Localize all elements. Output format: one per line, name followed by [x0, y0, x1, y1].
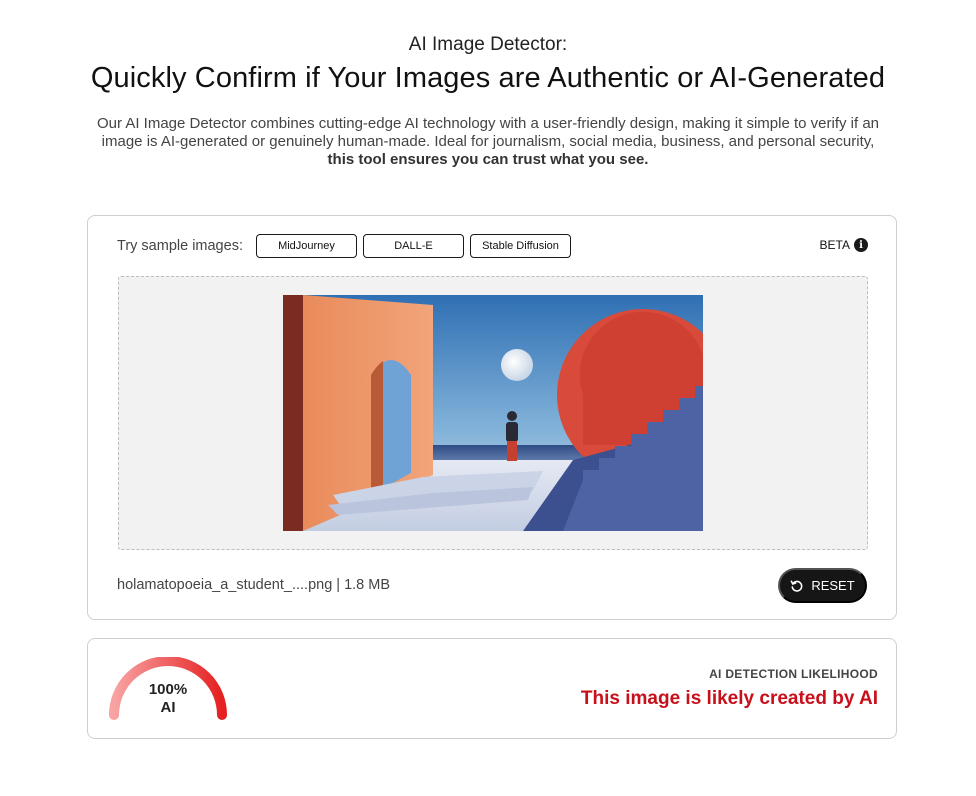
reset-label: RESET — [811, 578, 855, 593]
file-info: holamatopoeia_a_student_....png | 1.8 MB — [117, 577, 391, 593]
beta-label: BETA — [819, 238, 850, 252]
page-title: Quickly Confirm if Your Images are Authe… — [90, 62, 886, 94]
likelihood-percent: 100% — [148, 681, 188, 698]
reset-button[interactable]: RESET — [778, 568, 867, 603]
image-dropzone[interactable] — [118, 276, 868, 550]
sample-stable-diffusion-button[interactable]: Stable Diffusion — [470, 234, 571, 258]
page-description: Our AI Image Detector combines cutting-e… — [88, 115, 888, 169]
description-emphasis: this tool ensures you can trust what you… — [327, 151, 649, 168]
uploaded-image-preview — [283, 295, 703, 531]
sample-dalle-button[interactable]: DALL-E — [363, 234, 464, 258]
gauge-readout: 100% AI — [106, 681, 230, 717]
beta-badge[interactable]: BETA i — [820, 238, 868, 252]
verdict-text: This image is likely created by AI — [580, 688, 878, 709]
sample-midjourney-button[interactable]: MidJourney — [256, 234, 357, 258]
likelihood-label: AI DETECTION LIKELIHOOD — [709, 667, 878, 681]
detector-card: Try sample images: MidJourney DALL-E Sta… — [87, 215, 897, 620]
reset-icon — [790, 579, 803, 592]
likelihood-class: AI — [160, 699, 176, 716]
page-eyebrow: AI Image Detector: — [408, 34, 568, 55]
sample-images-label: Try sample images: — [117, 238, 243, 254]
info-icon[interactable]: i — [854, 238, 868, 252]
result-card: 100% AI AI DETECTION LIKELIHOOD This ima… — [87, 638, 897, 739]
description-text: Our AI Image Detector combines cutting-e… — [96, 115, 880, 150]
